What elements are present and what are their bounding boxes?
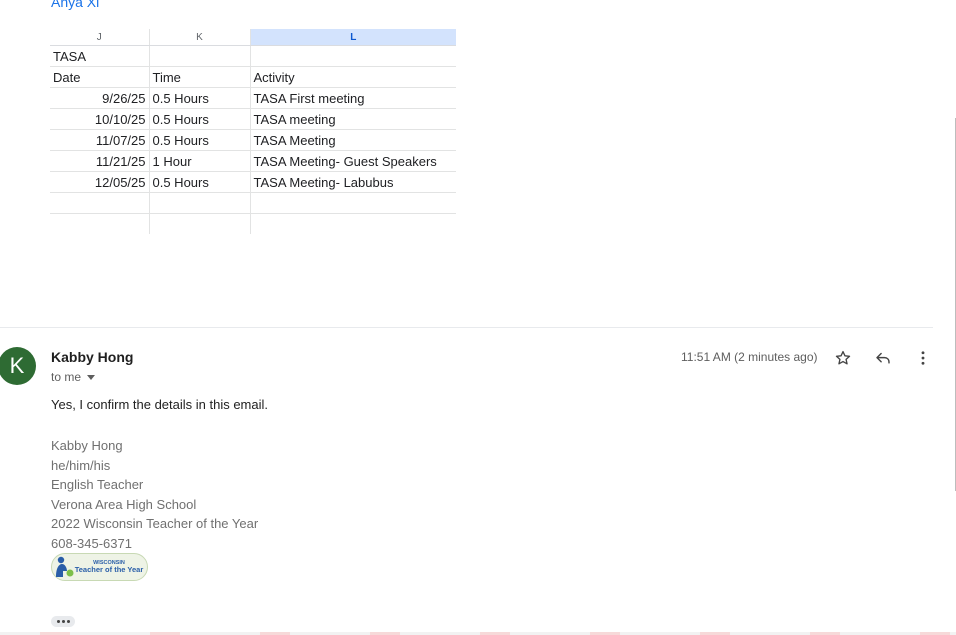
cell-time: 0.5 Hours [149,108,251,130]
signature-line: 2022 Wisconsin Teacher of the Year [51,516,259,531]
header-date: Date [50,66,150,88]
table-row: 11/07/25 0.5 Hours TASA Meeting [50,129,456,151]
column-header-l[interactable]: L [250,29,456,46]
cell-activity: TASA Meeting [250,129,456,151]
table-row-empty [50,213,456,234]
signature-line: 608-345-6371 [51,535,132,551]
logo-line-2: Teacher of the Year [75,565,144,574]
cell-time: 0.5 Hours [149,87,251,109]
cell-date: 11/21/25 [50,150,150,172]
cell-activity: TASA meeting [250,108,456,130]
header-time: Time [149,66,251,88]
signature-line: Kabby Hong [51,438,123,453]
sheet-title-cell: TASA [50,45,150,67]
table-row: 10/10/25 0.5 Hours TASA meeting [50,108,456,130]
cell-activity: TASA Meeting- Labubus [250,171,456,193]
table-row: 11/21/25 1 Hour TASA Meeting- Guest Spea… [50,150,456,172]
chevron-down-icon [87,375,96,381]
signature-line: Verona Area High School [51,496,197,512]
reply-button[interactable] [871,346,895,370]
message-divider [0,327,933,328]
star-button[interactable] [831,346,855,370]
star-icon [835,350,851,365]
table-row: 9/26/25 0.5 Hours TASA First meeting [50,87,456,109]
reply-icon [876,352,890,364]
teacher-of-the-year-logo: WISCONSIN Teacher of the Year [51,553,148,581]
cell-activity: TASA Meeting- Guest Speakers [250,150,456,172]
column-header-k[interactable]: K [149,29,251,46]
cell-time: 0.5 Hours [149,171,251,193]
column-header-j[interactable]: J [50,29,150,46]
sender-name[interactable]: Kabby Hong [51,349,133,365]
cell-activity: TASA First meeting [250,87,456,109]
cell-time: 1 Hour [149,150,251,172]
column-header-row: J K L [50,29,456,46]
show-trimmed-content-button[interactable] [51,616,75,627]
table-row: 12/05/25 0.5 Hours TASA Meeting- Labubus [50,171,456,193]
signature-line: he/him/his [51,457,111,473]
header-activity: Activity [250,66,456,88]
table-row-empty [50,192,456,214]
recipient-details-toggle[interactable]: to me [51,370,96,384]
cell-date: 10/10/25 [50,108,150,130]
cell-date: 12/05/25 [50,171,150,193]
table-row: TASA [50,45,456,67]
more-options-button[interactable] [911,346,935,370]
message-timestamp: 11:51 AM (2 minutes ago) [681,350,818,364]
cell-time: 0.5 Hours [149,129,251,151]
signature-line: English Teacher [51,477,144,492]
more-vert-icon [921,351,925,365]
previous-sender-name[interactable]: Anya Xi [51,0,99,10]
table-header-row: Date Time Activity [50,66,456,88]
spreadsheet-table: J K L TASA Date Time Activity 9/26/25 0.… [50,29,456,234]
avatar[interactable]: K [0,347,36,385]
signature-block: Kabby Hong he/him/his English Teacher Ve… [51,436,258,553]
cell-date: 11/07/25 [50,129,150,151]
cell-date: 9/26/25 [50,87,150,109]
message-body: Yes, I confirm the details in this email… [51,397,269,412]
recipient-label: to me [51,370,82,384]
